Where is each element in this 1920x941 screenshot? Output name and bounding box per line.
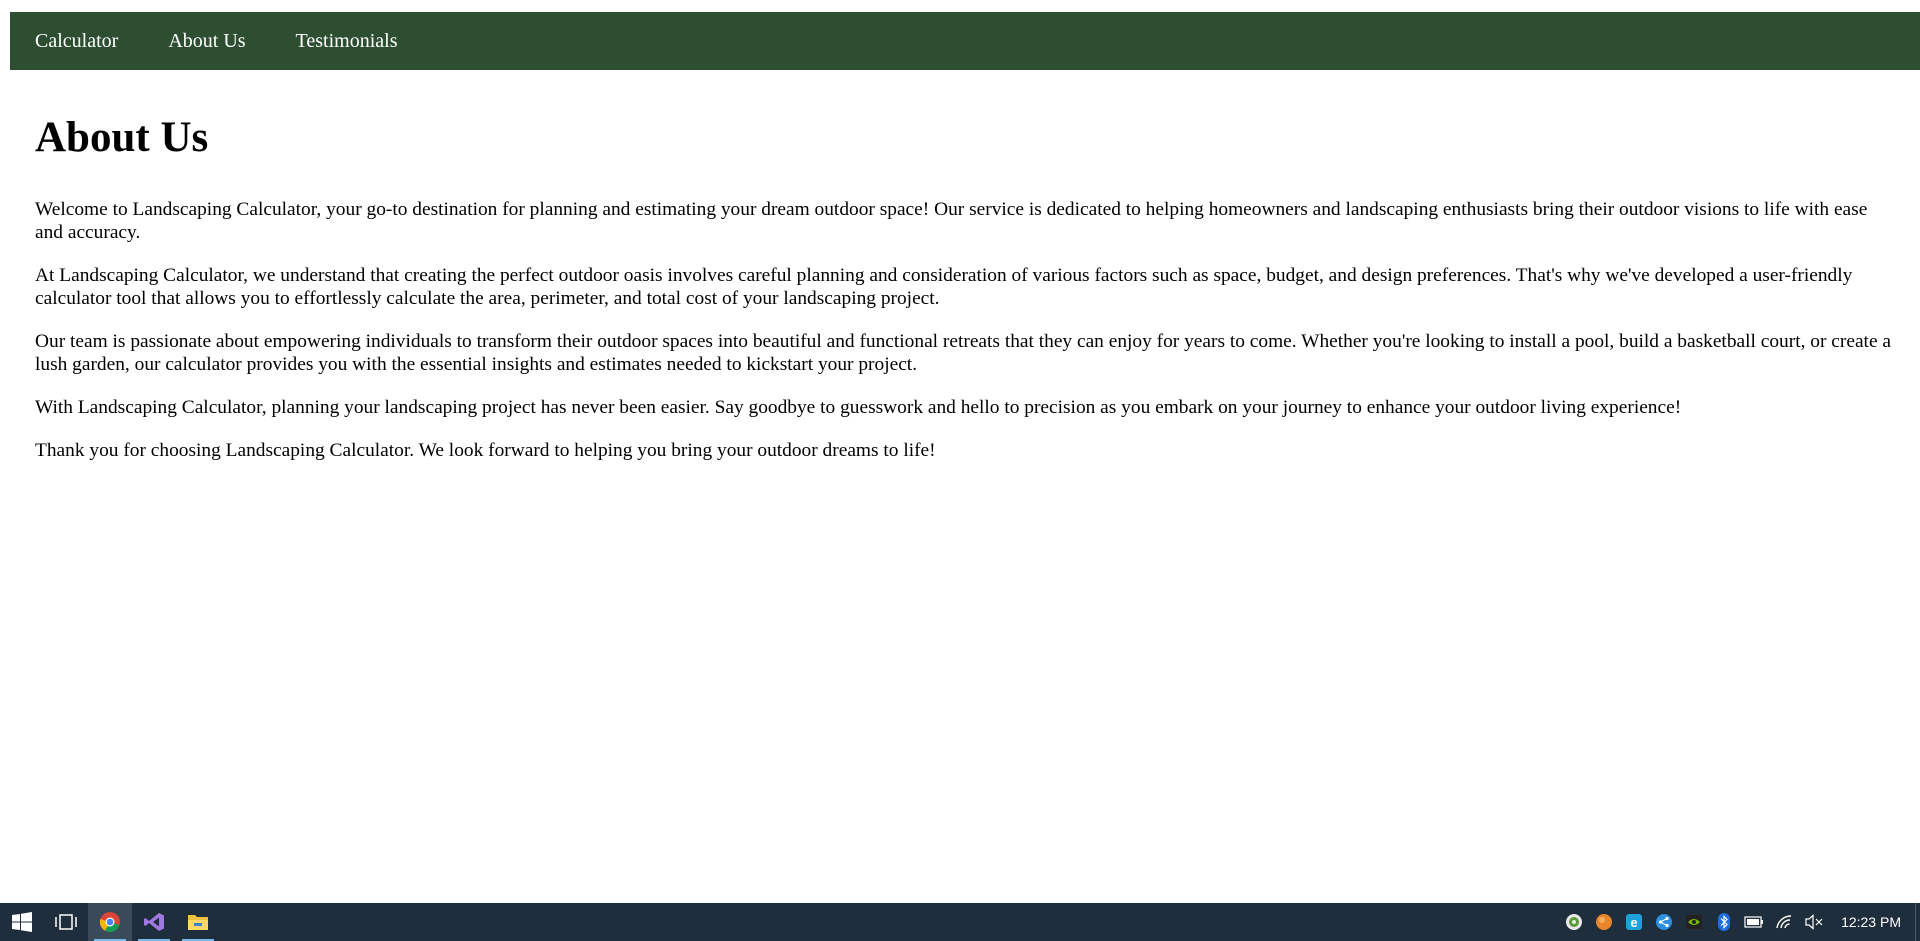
tray-nvidia-button[interactable] bbox=[1679, 903, 1709, 941]
visual-studio-taskbar-button[interactable] bbox=[132, 903, 176, 941]
about-paragraph: Thank you for choosing Landscaping Calcu… bbox=[35, 440, 936, 461]
volume-muted-icon bbox=[1805, 914, 1823, 930]
tray-battery-button[interactable] bbox=[1739, 903, 1769, 941]
about-paragraph: With Landscaping Calculator, planning yo… bbox=[35, 397, 1682, 418]
tray-app-button[interactable] bbox=[1559, 903, 1589, 941]
chrome-taskbar-button[interactable] bbox=[88, 903, 132, 941]
windows-taskbar: e 12:23 PM bbox=[0, 903, 1920, 941]
about-paragraph: At Landscaping Calculator, we understand… bbox=[35, 265, 1853, 309]
bluetooth-icon bbox=[1718, 913, 1731, 931]
taskbar-clock[interactable]: 12:23 PM bbox=[1829, 914, 1915, 930]
tray-bluetooth-button[interactable] bbox=[1709, 903, 1739, 941]
tray-wifi-button[interactable] bbox=[1769, 903, 1799, 941]
file-explorer-icon bbox=[188, 915, 208, 930]
tray-volume-button[interactable] bbox=[1799, 903, 1829, 941]
about-paragraph: Welcome to Landscaping Calculator, your … bbox=[35, 199, 1868, 243]
windows-start-icon bbox=[12, 912, 32, 932]
nav-link-testimonials[interactable]: Testimonials bbox=[296, 30, 398, 53]
nav-link-calculator[interactable]: Calculator bbox=[35, 30, 118, 53]
about-paragraph: Our team is passionate about empowering … bbox=[35, 331, 1892, 375]
visual-studio-icon bbox=[144, 913, 164, 931]
nav-link-about-us[interactable]: About Us bbox=[168, 30, 245, 53]
battery-icon bbox=[1744, 916, 1764, 928]
show-desktop-button[interactable] bbox=[1915, 903, 1920, 941]
windows-start-button[interactable] bbox=[0, 903, 44, 941]
top-navbar: Calculator About Us Testimonials bbox=[10, 12, 1920, 70]
app-tray-icon bbox=[1566, 914, 1583, 930]
tray-orange-button[interactable] bbox=[1589, 903, 1619, 941]
svg-text:e: e bbox=[1630, 915, 1637, 930]
chrome-icon bbox=[99, 912, 120, 933]
orange-tray-icon bbox=[1596, 914, 1613, 930]
task-view-icon bbox=[55, 914, 77, 930]
nvidia-tray-icon bbox=[1686, 915, 1703, 929]
tray-share-button[interactable] bbox=[1649, 903, 1679, 941]
file-explorer-taskbar-button[interactable] bbox=[176, 903, 220, 941]
edge-tray-icon: e bbox=[1626, 914, 1643, 930]
wifi-icon bbox=[1776, 915, 1792, 929]
page-title: About Us bbox=[35, 114, 209, 161]
tray-edge-button[interactable]: e bbox=[1619, 903, 1649, 941]
share-tray-icon bbox=[1656, 914, 1673, 930]
task-view-button[interactable] bbox=[44, 903, 88, 941]
about-section: About Us Welcome to Landscaping Calculat… bbox=[35, 108, 1895, 482]
system-tray: e 12:23 PM bbox=[1559, 903, 1920, 941]
